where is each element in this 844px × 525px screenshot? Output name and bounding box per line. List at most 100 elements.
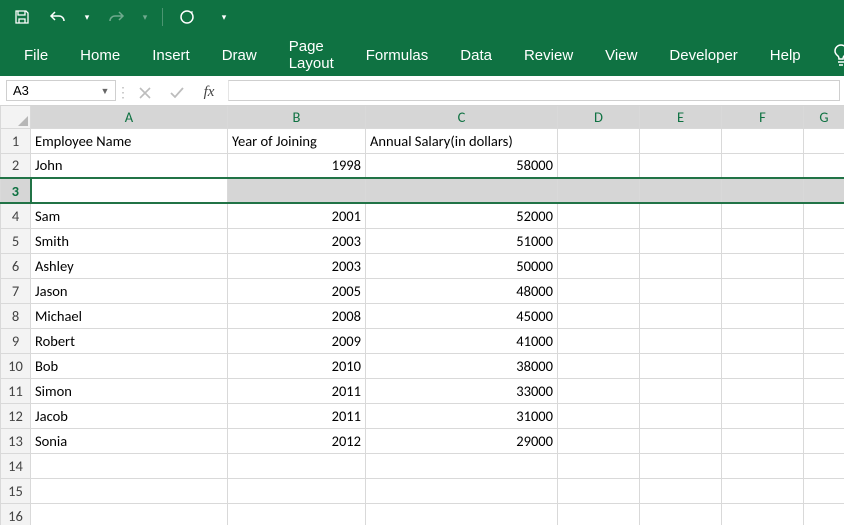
cell-G7[interactable] <box>804 278 844 303</box>
cell-G3[interactable] <box>804 178 844 203</box>
fx-icon[interactable]: fx <box>198 82 220 104</box>
row-header[interactable]: 8 <box>1 303 31 328</box>
row-header[interactable]: 15 <box>1 478 31 503</box>
row-header[interactable]: 12 <box>1 403 31 428</box>
cell-A14[interactable] <box>31 453 228 478</box>
cell-G15[interactable] <box>804 478 844 503</box>
cell-C4[interactable]: 52000 <box>366 203 558 228</box>
row-header[interactable]: 6 <box>1 253 31 278</box>
customize-qat-icon[interactable]: ▾ <box>219 12 229 23</box>
cell-C10[interactable]: 38000 <box>366 353 558 378</box>
cell-F4[interactable] <box>722 203 804 228</box>
cell-E5[interactable] <box>640 228 722 253</box>
cell-E7[interactable] <box>640 278 722 303</box>
cell-A12[interactable]: Jacob <box>31 403 228 428</box>
cell-A13[interactable]: Sonia <box>31 428 228 453</box>
cell-F16[interactable] <box>722 503 804 525</box>
save-icon[interactable] <box>10 5 34 29</box>
row-header[interactable]: 7 <box>1 278 31 303</box>
cell-G8[interactable] <box>804 303 844 328</box>
cell-G11[interactable] <box>804 378 844 403</box>
cell-D14[interactable] <box>558 453 640 478</box>
row-header[interactable]: 14 <box>1 453 31 478</box>
cell-E13[interactable] <box>640 428 722 453</box>
row-header[interactable]: 2 <box>1 153 31 178</box>
row-header[interactable]: 4 <box>1 203 31 228</box>
cell-F9[interactable] <box>722 328 804 353</box>
cell-D10[interactable] <box>558 353 640 378</box>
cell-D7[interactable] <box>558 278 640 303</box>
cell-A16[interactable] <box>31 503 228 525</box>
cell-D13[interactable] <box>558 428 640 453</box>
cell-A8[interactable]: Michael <box>31 303 228 328</box>
cell-G12[interactable] <box>804 403 844 428</box>
name-box-dropdown-icon[interactable]: ▼ <box>97 81 113 100</box>
undo-icon[interactable] <box>46 5 70 29</box>
cell-D5[interactable] <box>558 228 640 253</box>
row-header[interactable]: 13 <box>1 428 31 453</box>
cell-F3[interactable] <box>722 178 804 203</box>
cell-F5[interactable] <box>722 228 804 253</box>
cell-D3[interactable] <box>558 178 640 203</box>
cell-E8[interactable] <box>640 303 722 328</box>
cell-F2[interactable] <box>722 153 804 178</box>
cell-G10[interactable] <box>804 353 844 378</box>
cell-A6[interactable]: Ashley <box>31 253 228 278</box>
cell-C16[interactable] <box>366 503 558 525</box>
cell-C8[interactable]: 45000 <box>366 303 558 328</box>
cell-F13[interactable] <box>722 428 804 453</box>
cell-E14[interactable] <box>640 453 722 478</box>
tab-file[interactable]: File <box>22 41 50 70</box>
row-header[interactable]: 16 <box>1 503 31 525</box>
cell-E9[interactable] <box>640 328 722 353</box>
col-header-G[interactable]: G <box>804 106 844 128</box>
cell-A2[interactable]: John <box>31 153 228 178</box>
cell-G16[interactable] <box>804 503 844 525</box>
cell-E15[interactable] <box>640 478 722 503</box>
cell-F10[interactable] <box>722 353 804 378</box>
cell-C6[interactable]: 50000 <box>366 253 558 278</box>
cell-C7[interactable]: 48000 <box>366 278 558 303</box>
cell-B12[interactable]: 2011 <box>228 403 366 428</box>
spreadsheet-grid[interactable]: A B C D E F G 1Employee NameYear of Join… <box>0 106 844 525</box>
tab-view[interactable]: View <box>603 41 639 70</box>
cell-A1[interactable]: Employee Name <box>31 128 228 153</box>
cell-A3[interactable] <box>31 178 228 203</box>
cell-C5[interactable]: 51000 <box>366 228 558 253</box>
row-header[interactable]: 10 <box>1 353 31 378</box>
tell-me-icon[interactable] <box>831 42 844 68</box>
col-header-F[interactable]: F <box>722 106 804 128</box>
cell-D6[interactable] <box>558 253 640 278</box>
tab-help[interactable]: Help <box>768 41 803 70</box>
row-header[interactable]: 5 <box>1 228 31 253</box>
cell-F11[interactable] <box>722 378 804 403</box>
row-header[interactable]: 9 <box>1 328 31 353</box>
cell-E16[interactable] <box>640 503 722 525</box>
cell-B14[interactable] <box>228 453 366 478</box>
cell-E12[interactable] <box>640 403 722 428</box>
cell-G14[interactable] <box>804 453 844 478</box>
row-header[interactable]: 1 <box>1 128 31 153</box>
cell-B16[interactable] <box>228 503 366 525</box>
cell-C13[interactable]: 29000 <box>366 428 558 453</box>
cell-E3[interactable] <box>640 178 722 203</box>
cell-C12[interactable]: 31000 <box>366 403 558 428</box>
cell-G9[interactable] <box>804 328 844 353</box>
cell-G4[interactable] <box>804 203 844 228</box>
formula-input[interactable] <box>228 80 840 101</box>
cell-B9[interactable]: 2009 <box>228 328 366 353</box>
tab-formulas[interactable]: Formulas <box>364 41 431 70</box>
cell-B8[interactable]: 2008 <box>228 303 366 328</box>
cell-C2[interactable]: 58000 <box>366 153 558 178</box>
cell-A4[interactable]: Sam <box>31 203 228 228</box>
select-all-corner[interactable] <box>1 106 31 128</box>
cell-E4[interactable] <box>640 203 722 228</box>
col-header-E[interactable]: E <box>640 106 722 128</box>
undo-dropdown-icon[interactable]: ▾ <box>82 12 92 23</box>
col-header-A[interactable]: A <box>31 106 228 128</box>
cell-E1[interactable] <box>640 128 722 153</box>
tab-draw[interactable]: Draw <box>220 41 259 70</box>
cell-A11[interactable]: Simon <box>31 378 228 403</box>
row-header[interactable]: 3 <box>1 178 31 203</box>
cell-B2[interactable]: 1998 <box>228 153 366 178</box>
